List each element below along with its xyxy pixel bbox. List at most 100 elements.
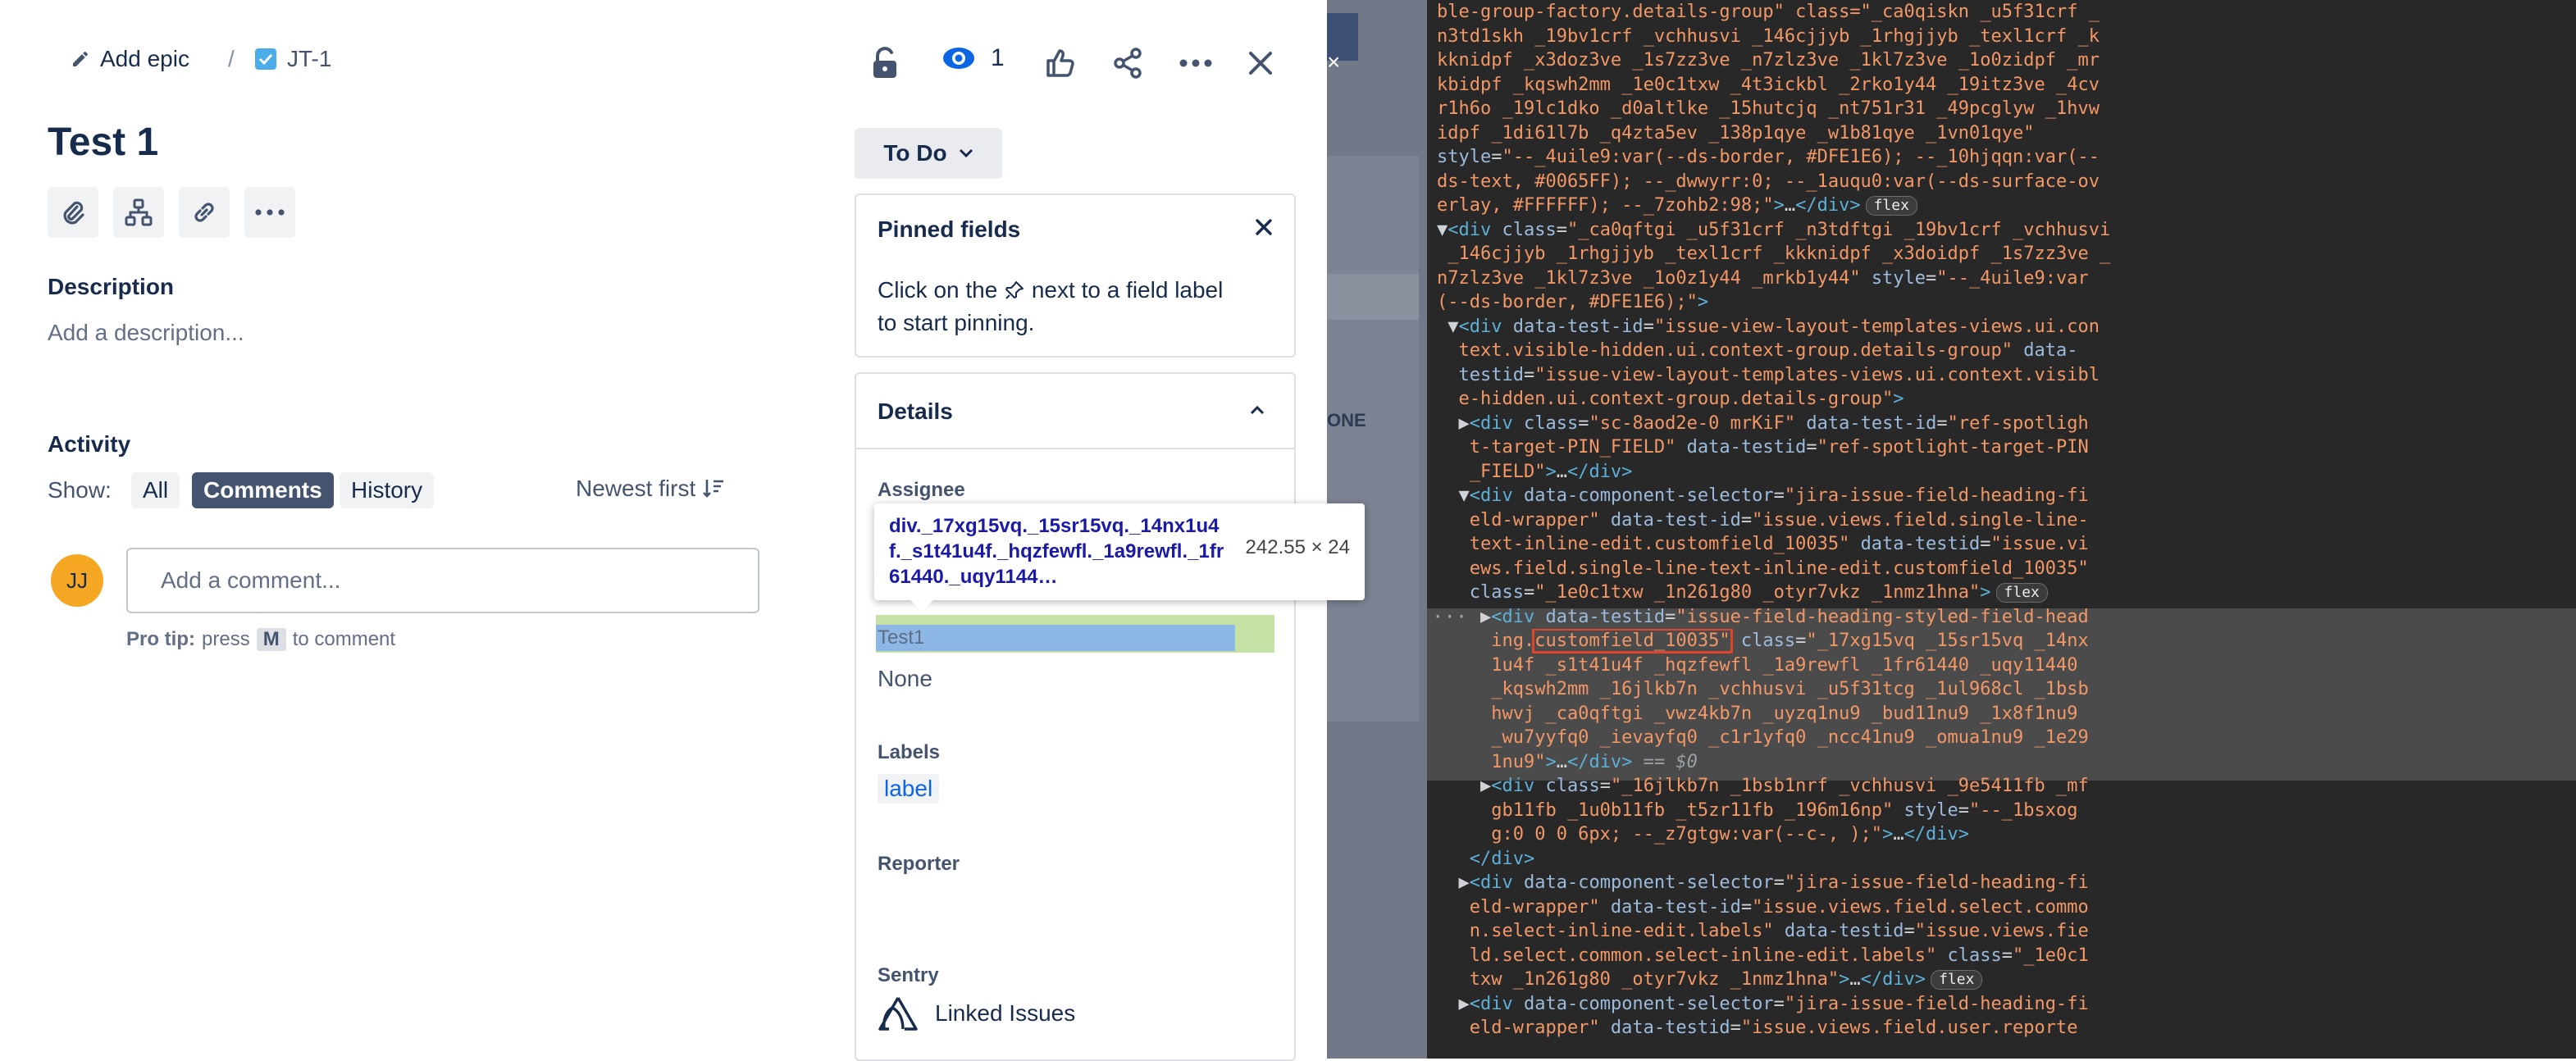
devtools-attr-name: data-test-id xyxy=(1806,412,1937,434)
description-placeholder[interactable]: Add a description... xyxy=(48,320,244,346)
devtools-line[interactable]: ld.select.common.select-inline-edit.labe… xyxy=(1437,944,2576,968)
add-child-issue-button[interactable] xyxy=(113,187,164,238)
more-toolbar-button[interactable] xyxy=(244,187,295,238)
none-value[interactable]: None xyxy=(878,666,932,692)
lock-button[interactable] xyxy=(864,43,905,84)
sentry-linked-issues[interactable]: Linked Issues xyxy=(878,995,1075,1031)
close-button[interactable] xyxy=(1240,43,1281,84)
devtools-line[interactable]: kknidpf _x3doz3ve _1s7zz3ve _n7zlz3ve _1… xyxy=(1437,48,2576,73)
devtools-line[interactable]: ▼<div data-component-selector="jira-issu… xyxy=(1437,484,2576,508)
devtools-attr-value: idpf _1di61l7b _q4zta5ev _138p1qye _w1b8… xyxy=(1437,122,2035,143)
devtools-text: ▼ xyxy=(1437,316,1459,337)
devtools-attr-name: class xyxy=(1545,776,1600,796)
breadcrumb-separator: / xyxy=(228,46,235,71)
devtools-line[interactable]: class="_1e0c1txw _1n261g80 _otyr7vkz _1n… xyxy=(1437,581,2576,605)
more-actions-button[interactable] xyxy=(1173,43,1219,84)
devtools-line[interactable]: 1nu9">…</div> == $0 xyxy=(1437,750,2576,775)
devtools-line[interactable]: eld-wrapper" data-test-id="issue.views.f… xyxy=(1437,508,2576,533)
add-epic-link[interactable]: Add epic xyxy=(71,46,189,72)
devtools-line[interactable]: _kqswh2mm _16jlkb7n _vchhusvi _u5f31tcg … xyxy=(1437,677,2576,702)
devtools-line[interactable]: ▼<div data-test-id="issue-view-layout-te… xyxy=(1437,315,2576,339)
devtools-tag: </div> xyxy=(1904,824,1970,845)
devtools-line[interactable]: txw _1n261g80 _otyr7vkz _1nmz1hna">…</di… xyxy=(1437,968,2576,992)
devtools-attr-value: g:0 0 0 6px; --_z7gtgw:var(--c-, );" xyxy=(1437,824,1883,845)
details-header[interactable]: Details xyxy=(856,374,1294,449)
devtools-attr-name: data-component-selector xyxy=(1523,872,1774,893)
devtools-line[interactable]: hwvj _ca0qftgi _vwz4kb7n _uyzq1nu9 _bud1… xyxy=(1437,702,2576,726)
devtools-line[interactable]: ble-group-factory.details-group" class="… xyxy=(1437,0,2576,25)
devtools-line[interactable]: </div> xyxy=(1437,847,2576,872)
avatar[interactable]: JJ xyxy=(51,554,103,607)
devtools-line[interactable]: 1u4f _s1t41u4f _hqzfewfl _1a9rewfl _1fr6… xyxy=(1437,653,2576,678)
devtools-line[interactable]: e-hidden.ui.context-group.details-group"… xyxy=(1437,387,2576,412)
devtools-attr-value: eld-wrapper" xyxy=(1437,896,1611,918)
devtools-line[interactable]: style="--_4uile9:var(--ds-border, #DFE1E… xyxy=(1437,145,2576,170)
issue-key-link[interactable]: JT-1 xyxy=(254,46,331,72)
devtools-line[interactable]: (--ds-border, #DFE1E6);"> xyxy=(1437,290,2576,315)
dismiss-pinned-button[interactable] xyxy=(1255,218,1273,240)
devtools-flex-badge[interactable]: flex xyxy=(1865,196,1917,216)
label-tag[interactable]: label xyxy=(878,774,940,804)
devtools-flex-badge[interactable]: flex xyxy=(1995,583,2048,603)
devtools-line[interactable]: ing.customfield_10035" class="_17xg15vq … xyxy=(1437,629,2576,653)
status-dropdown-button[interactable]: To Do xyxy=(855,128,1002,179)
sentry-label: Sentry xyxy=(878,964,939,986)
devtools-line[interactable]: ▶<div class="_16jlkb7n _1bsb1nrf _vchhus… xyxy=(1437,774,2576,799)
devtools-attr-name: style xyxy=(1437,147,1492,167)
devtools-text: = xyxy=(1958,799,1970,821)
share-button[interactable] xyxy=(1107,43,1148,84)
devtools-line[interactable]: kbidpf _kqswh2mm _1e0c1txw _4t3ickbl _2r… xyxy=(1437,73,2576,98)
devtools-line[interactable]: r1h6o _19lc1dko _d0altlke _15hutcjq _nt7… xyxy=(1437,97,2576,121)
devtools-line[interactable]: ▶<div data-testid="issue-field-heading-s… xyxy=(1437,605,2576,630)
devtools-line[interactable]: n3td1skh _19bv1crf _vchhusvi _146cjjyb _… xyxy=(1437,25,2576,49)
devtools-line[interactable]: ▶<div data-component-selector="jira-issu… xyxy=(1437,992,2576,1017)
devtools-line[interactable]: text.visible-hidden.ui.context-group.det… xyxy=(1437,339,2576,363)
devtools-line[interactable]: eld-wrapper" data-testid="issue.views.fi… xyxy=(1437,1016,2576,1041)
link-issue-button[interactable] xyxy=(179,187,230,238)
devtools-line[interactable]: erlay, #FFFFFF); --_7zohb2:98;">…</div> f… xyxy=(1437,194,2576,218)
devtools-text: ▶ xyxy=(1437,872,1470,893)
devtools-attr-value: eld-wrapper" xyxy=(1437,509,1611,530)
devtools-line[interactable]: _146cjjyb _1rhgjjyb _texl1crf _kkknidpf … xyxy=(1437,242,2576,266)
devtools-flex-badge[interactable]: flex xyxy=(1931,970,1983,990)
watch-button[interactable]: 1 xyxy=(941,44,1005,72)
like-button[interactable] xyxy=(1040,43,1081,84)
devtools-line[interactable]: n.select-inline-edit.labels" data-testid… xyxy=(1437,919,2576,944)
devtools-line[interactable]: t-target-PIN_FIELD" data-testid="ref-spo… xyxy=(1437,435,2576,460)
close-icon xyxy=(1249,52,1272,75)
devtools-line[interactable]: g:0 0 0 6px; --_z7gtgw:var(--c-, );">…</… xyxy=(1437,822,2576,847)
inspect-tooltip-selector: div._17xg15vq._15sr15vq._14nx1u4f._s1t41… xyxy=(889,515,1224,588)
activity-filter-comments[interactable]: Comments xyxy=(192,472,334,508)
sort-order-button[interactable]: Newest first xyxy=(576,476,725,502)
activity-filter-all[interactable]: All xyxy=(131,472,180,508)
devtools-line[interactable]: text-inline-edit.customfield_10035" data… xyxy=(1437,532,2576,557)
devtools-line[interactable]: ds-text, #0065FF); --_dwwyrr:0; --_1auqu… xyxy=(1437,170,2576,194)
devtools-tag: </div> xyxy=(1860,969,1926,990)
issue-title[interactable]: Test 1 xyxy=(48,120,158,165)
devtools-line[interactable]: ews.field.single-line-text-inline-edit.c… xyxy=(1437,557,2576,581)
custom-field-value[interactable]: Test1 xyxy=(878,626,924,649)
devtools-line[interactable]: ▶<div data-component-selector="jira-issu… xyxy=(1437,871,2576,895)
devtools-text: ▶ xyxy=(1437,606,1492,627)
devtools-line[interactable]: gb11fb _1u0b11fb _t5zr11fb _196m16np" st… xyxy=(1437,799,2576,823)
chevron-down-icon xyxy=(959,148,973,158)
devtools-line[interactable]: idpf _1di61l7b _q4zta5ev _138p1qye _w1b8… xyxy=(1437,121,2576,146)
devtools-attr-value: "_17xg15vq _15sr15vq _14nx xyxy=(1806,631,2089,651)
activity-filter-history[interactable]: History xyxy=(340,472,435,508)
devtools-tag: <div xyxy=(1469,412,1524,434)
devtools-line[interactable]: ▼<div class="_ca0qftgi _u5f31crf _n3tdft… xyxy=(1437,218,2576,243)
devtools-text: … xyxy=(1556,751,1567,772)
devtools-line[interactable]: n7zlz3ve _1kl7z3ve _1o0z1y44 _mrkb1y44" … xyxy=(1437,266,2576,291)
devtools-line[interactable]: _wu7yyfq0 _ievayfq0 _c1r1yfq0 _ncc41nu9 … xyxy=(1437,726,2576,750)
attach-button[interactable] xyxy=(48,187,98,238)
devtools-attr-value: e-hidden.ui.context-group.details-group" xyxy=(1437,389,1894,409)
devtools-line[interactable]: testid="issue-view-layout-templates-view… xyxy=(1437,363,2576,388)
devtools-attr-value: gb11fb _1u0b11fb _t5zr11fb _196m16np" xyxy=(1437,799,1904,821)
devtools-line[interactable]: _FIELD">…</div> xyxy=(1437,460,2576,485)
devtools-line[interactable]: eld-wrapper" data-test-id="issue.views.f… xyxy=(1437,895,2576,920)
comment-input[interactable]: Add a comment... xyxy=(126,548,759,613)
devtools-attr-value: "jira-issue-field-heading-fi xyxy=(1784,993,2089,1014)
devtools-text: = xyxy=(1926,267,1937,289)
devtools-line[interactable]: ▶<div class="sc-8aod2e-0 mrKiF" data-tes… xyxy=(1437,412,2576,436)
devtools-attr-value: 1nu9" xyxy=(1437,751,1546,772)
